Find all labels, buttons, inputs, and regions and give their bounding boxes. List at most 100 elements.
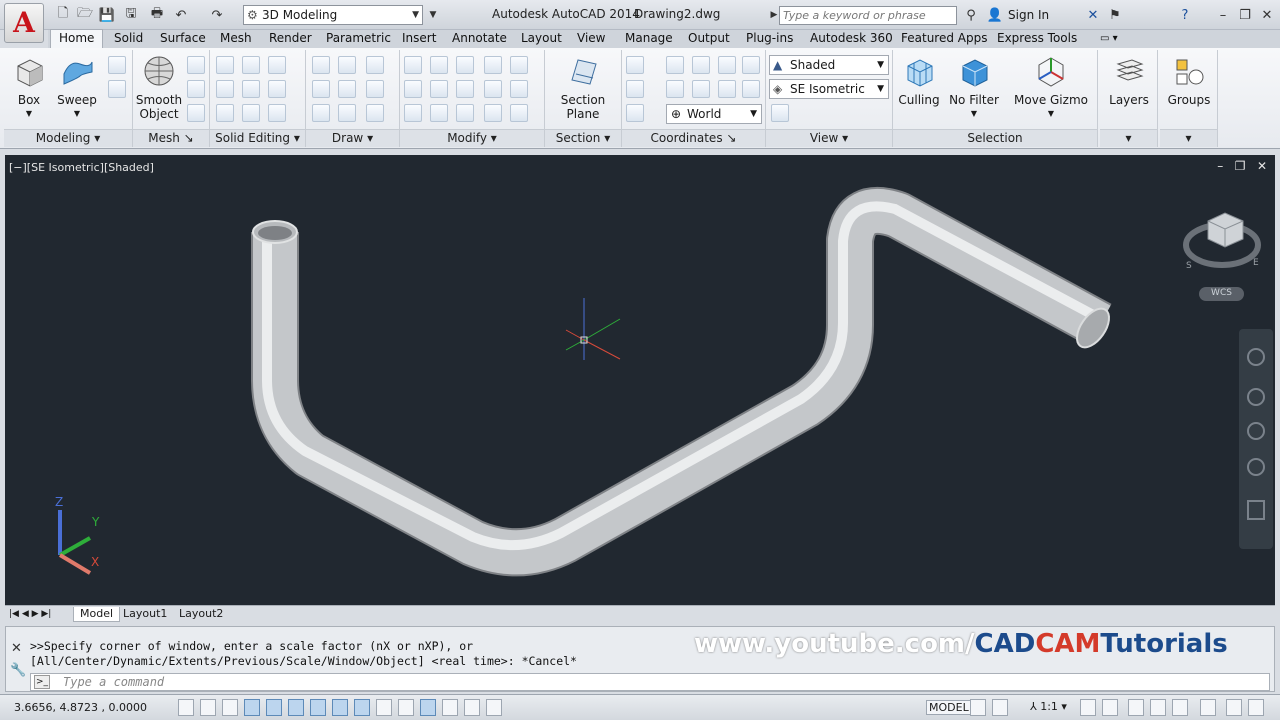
save-as-icon[interactable]: 🖫 [122, 6, 140, 24]
groups-button[interactable]: Groups [1166, 54, 1212, 107]
ucs-origin-icon[interactable] [742, 56, 760, 74]
annotation-visibility-icon[interactable] [1080, 699, 1096, 716]
move-gizmo-button[interactable]: Move Gizmo ▼ [1011, 54, 1091, 121]
tab-output[interactable]: Output [688, 30, 730, 48]
rectangle-icon[interactable] [338, 104, 356, 122]
binoculars-icon[interactable]: ⚲ [962, 6, 980, 24]
panel-label-view[interactable]: View ▾ [766, 129, 892, 147]
mesh-primitive-icon[interactable] [187, 56, 205, 74]
trim-icon[interactable] [404, 80, 422, 98]
section-plane-button[interactable]: Section Plane [553, 54, 613, 121]
close-icon[interactable]: ✕ [1258, 6, 1276, 24]
hardware-acceleration-icon[interactable] [1172, 699, 1188, 716]
ellipse-icon[interactable] [366, 104, 384, 122]
quick-view-drawings-icon[interactable] [992, 699, 1008, 716]
thicken-icon[interactable] [242, 104, 260, 122]
3d-mirror-icon[interactable] [510, 56, 528, 74]
quick-view-layouts-icon[interactable] [970, 699, 986, 716]
selection-cycling-toggle[interactable] [464, 699, 480, 716]
panel-label-draw[interactable]: Draw ▾ [306, 129, 399, 147]
ucs-x-icon[interactable] [692, 56, 710, 74]
layout-nav-arrows[interactable]: |◀ ◀ ▶ ▶| [9, 607, 51, 621]
workspace-switching-icon[interactable] [1128, 699, 1144, 716]
command-prompt-icon[interactable]: >_ [34, 675, 50, 689]
union-icon[interactable] [216, 56, 234, 74]
ucs-object-icon[interactable] [626, 104, 644, 122]
tab-mesh[interactable]: Mesh [220, 30, 252, 48]
copy-icon[interactable] [456, 80, 474, 98]
mesh-refine-icon[interactable] [187, 104, 205, 122]
slice-icon[interactable] [242, 80, 260, 98]
3d-align-icon[interactable] [484, 56, 502, 74]
sign-in-link[interactable]: Sign In [1008, 8, 1049, 22]
bent-pipe-solid[interactable] [251, 187, 1115, 577]
transparency-toggle[interactable] [420, 699, 436, 716]
sweep-button[interactable]: Sweep ▼ [56, 54, 98, 121]
maximize-icon[interactable]: ❐ [1236, 6, 1254, 24]
quick-properties-toggle[interactable] [442, 699, 458, 716]
mesh-smooth-more-icon[interactable] [187, 80, 205, 98]
tab-render[interactable]: Render [269, 30, 312, 48]
annotation-scale-dropdown[interactable]: ⅄ 1:1 ▾ [1030, 700, 1067, 713]
ortho-toggle[interactable] [244, 699, 260, 716]
fillet-icon[interactable] [484, 80, 502, 98]
view-preset-dropdown[interactable]: ◈ SE Isometric ▼ [769, 79, 889, 99]
panel-label-section[interactable]: Section ▾ [545, 129, 621, 147]
layout-tab-layout2[interactable]: Layout2 [179, 607, 223, 621]
array-icon[interactable] [510, 104, 528, 122]
wrench-icon[interactable]: 🔧 [10, 663, 26, 678]
line-icon[interactable] [338, 80, 356, 98]
undo-icon[interactable]: ↶ [172, 6, 190, 24]
visual-style-dropdown[interactable]: ▲ Shaded ▼ [769, 55, 889, 75]
panel-label-groups[interactable]: ▾ [1160, 129, 1217, 147]
offset-icon[interactable] [510, 80, 528, 98]
autodesk-360-icon[interactable]: ⚑ [1106, 6, 1124, 24]
auto-scale-icon[interactable] [1102, 699, 1118, 716]
panel-label-modify[interactable]: Modify ▾ [400, 129, 544, 147]
circle-icon[interactable] [366, 80, 384, 98]
stretch-icon[interactable] [484, 104, 502, 122]
subtract-icon[interactable] [216, 80, 234, 98]
panel-label-coordinates[interactable]: Coordinates ↘ [622, 129, 765, 147]
isolate-objects-icon[interactable] [1200, 699, 1216, 716]
panel-label-layers[interactable]: ▾ [1100, 129, 1157, 147]
ucs-zaxis-icon[interactable] [742, 80, 760, 98]
viewport-config-icon[interactable] [771, 104, 789, 122]
new-icon[interactable]: 🗋 [54, 6, 72, 24]
lock-ui-icon[interactable] [1150, 699, 1166, 716]
clean-screen-icon[interactable] [1248, 699, 1264, 716]
tab-plug-ins[interactable]: Plug-ins [746, 30, 793, 48]
ucs-z-icon[interactable] [692, 80, 710, 98]
3d-osnap-toggle[interactable] [310, 699, 326, 716]
polygon-icon[interactable] [312, 104, 330, 122]
ducs-toggle[interactable] [354, 699, 370, 716]
help-icon[interactable]: ? [1176, 6, 1194, 24]
layout-tab-layout1[interactable]: Layout1 [123, 607, 167, 621]
tab-annotate[interactable]: Annotate [452, 30, 507, 48]
infer-constraints-toggle[interactable] [178, 699, 194, 716]
extrude-icon[interactable] [108, 56, 126, 74]
box-button[interactable]: Box ▼ [8, 54, 50, 121]
ucs-y-icon[interactable] [718, 56, 736, 74]
separate-icon[interactable] [242, 56, 260, 74]
ucs-world-icon[interactable] [666, 56, 684, 74]
no-filter-button[interactable]: No Filter ▼ [947, 54, 1001, 121]
explode-icon[interactable] [430, 104, 448, 122]
minimize-icon[interactable]: – [1214, 6, 1232, 24]
smooth-object-button[interactable]: Smooth Object [135, 54, 183, 121]
grid-toggle[interactable] [222, 699, 238, 716]
close-icon[interactable]: ✕ [11, 641, 22, 656]
tab-surface[interactable]: Surface [160, 30, 206, 48]
redo-icon[interactable]: ↷ [208, 6, 226, 24]
layers-button[interactable]: Layers [1106, 54, 1152, 107]
edit-icon[interactable] [456, 104, 474, 122]
3d-scale-icon[interactable] [456, 56, 474, 74]
tab-autodesk-360[interactable]: Autodesk 360 [810, 30, 893, 48]
open-icon[interactable]: 🗁 [76, 6, 94, 24]
dyn-toggle[interactable] [376, 699, 392, 716]
tab-parametric[interactable]: Parametric [326, 30, 391, 48]
tab-home[interactable]: Home [50, 29, 104, 49]
search-input[interactable]: Type a keyword or phrase [779, 6, 957, 25]
command-input[interactable]: Type a command [30, 673, 1270, 691]
status-menu-icon[interactable] [1226, 699, 1242, 716]
